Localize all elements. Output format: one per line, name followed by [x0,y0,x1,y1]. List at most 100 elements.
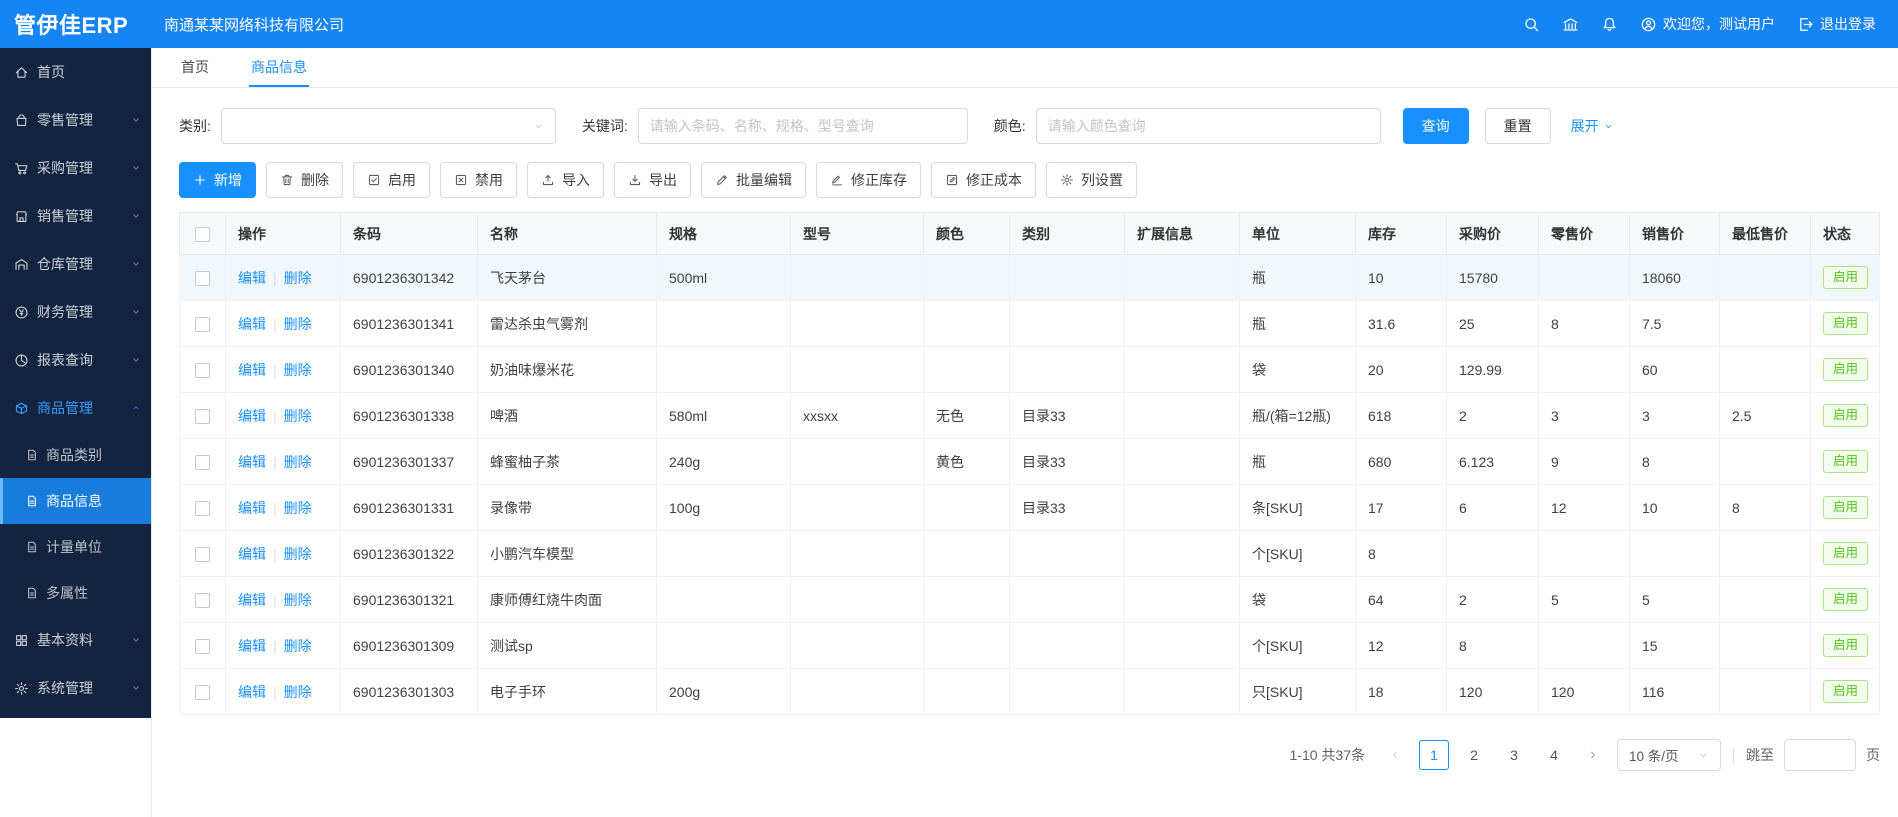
sidebar-subitem-goods-info[interactable]: 商品信息 [0,478,151,524]
delete-link[interactable]: 删除 [284,592,312,608]
row-checkbox[interactable] [195,501,210,516]
sidebar-item-basic[interactable]: 基本资料 [0,616,151,664]
sidebar-item-goods[interactable]: 商品管理 [0,384,151,432]
disable-button[interactable]: 禁用 [440,162,517,198]
delete-link[interactable]: 删除 [284,500,312,516]
bell-icon[interactable] [1601,16,1618,33]
enable-button[interactable]: 启用 [353,162,430,198]
edit-link[interactable]: 编辑 [238,592,266,608]
divider: | [273,546,277,562]
row-checkbox[interactable] [195,317,210,332]
sidebar-item-label: 基本资料 [37,630,123,650]
sidebar-item-warehouse[interactable]: 仓库管理 [0,240,151,288]
color-input[interactable] [1036,108,1381,144]
keyword-input[interactable] [638,108,968,144]
sidebar-subitem-goods-category[interactable]: 商品类别 [0,432,151,478]
sidebar-item-finance[interactable]: 财务管理 [0,288,151,336]
row-checkbox[interactable] [195,363,210,378]
row-checkbox[interactable] [195,455,210,470]
edit-link[interactable]: 编辑 [238,270,266,286]
delete-link[interactable]: 删除 [284,638,312,654]
sidebar-item-report[interactable]: 报表查询 [0,336,151,384]
edit-link[interactable]: 编辑 [238,408,266,424]
export-button[interactable]: 导出 [614,162,691,198]
edit-link[interactable]: 编辑 [238,500,266,516]
search-button[interactable]: 查询 [1403,108,1469,144]
status-badge: 启用 [1823,450,1868,473]
delete-link[interactable]: 删除 [284,408,312,424]
cell: 25 [1447,301,1539,347]
delete-link[interactable]: 删除 [284,546,312,562]
jump-page-input[interactable] [1784,739,1856,771]
cell: xxsxx [791,393,924,439]
add-button[interactable]: 新增 [179,162,256,198]
logout-text: 退出登录 [1820,14,1876,34]
page-button-3[interactable]: 3 [1499,740,1529,770]
edit-link[interactable]: 编辑 [238,454,266,470]
delete-link[interactable]: 删除 [284,316,312,332]
page-button-1[interactable]: 1 [1419,740,1449,770]
cell: 目录33 [1010,393,1125,439]
fix-cost-button[interactable]: 修正成本 [931,162,1036,198]
page-size-select[interactable]: 10 条/页 [1617,739,1721,771]
cell [657,531,791,577]
edit-link[interactable]: 编辑 [238,546,266,562]
import-button[interactable]: 导入 [527,162,604,198]
row-checkbox[interactable] [195,593,210,608]
status-cell: 启用 [1811,577,1880,623]
row-checkbox[interactable] [195,639,210,654]
search-icon[interactable] [1523,16,1540,33]
gear-icon [14,681,29,696]
row-checkbox[interactable] [195,271,210,286]
fix-stock-button[interactable]: 修正库存 [816,162,921,198]
prev-page-button[interactable] [1381,740,1409,770]
sidebar-item-purchase[interactable]: 采购管理 [0,144,151,192]
cell: 10 [1630,485,1720,531]
reset-button[interactable]: 重置 [1485,108,1551,144]
sidebar-item-sales[interactable]: 销售管理 [0,192,151,240]
row-checkbox[interactable] [195,547,210,562]
row-checkbox[interactable] [195,409,210,424]
sidebar-item-retail[interactable]: 零售管理 [0,96,151,144]
page-button-4[interactable]: 4 [1539,740,1569,770]
status-badge: 启用 [1823,588,1868,611]
logout-button[interactable]: 退出登录 [1797,14,1876,34]
cell [657,301,791,347]
bank-icon[interactable] [1562,16,1579,33]
expand-link[interactable]: 展开 [1571,116,1614,136]
sidebar-item-label: 零售管理 [37,110,123,130]
edit-link[interactable]: 编辑 [238,316,266,332]
delete-link[interactable]: 删除 [284,362,312,378]
category-select[interactable] [221,108,556,144]
sidebar-subitem-multi-attr[interactable]: 多属性 [0,570,151,616]
batch-edit-button[interactable]: 批量编辑 [701,162,806,198]
delete-link[interactable]: 删除 [284,270,312,286]
delete-link[interactable]: 删除 [284,684,312,700]
sidebar-item-system[interactable]: 系统管理 [0,664,151,712]
delete-link[interactable]: 删除 [284,454,312,470]
delete-button[interactable]: 删除 [266,162,343,198]
cell [791,485,924,531]
user-icon [1640,16,1657,33]
divider: | [273,500,277,516]
edit-link[interactable]: 编辑 [238,362,266,378]
sidebar-subitem-measure-unit[interactable]: 计量单位 [0,524,151,570]
sidebar-item-home[interactable]: 首页 [0,48,151,96]
cell [1125,347,1240,393]
status-badge: 启用 [1823,358,1868,381]
page-button-2[interactable]: 2 [1459,740,1489,770]
table-row: 编辑|删除6901236301309测试sp个[SKU]12815启用 [180,623,1880,669]
edit-link[interactable]: 编辑 [238,684,266,700]
cell [1447,531,1539,577]
select-all-checkbox[interactable] [195,227,210,242]
edit-link[interactable]: 编辑 [238,638,266,654]
tab-goods-info[interactable]: 商品信息 [249,48,309,87]
tab-home[interactable]: 首页 [179,48,211,87]
row-checkbox[interactable] [195,685,210,700]
user-welcome[interactable]: 欢迎您，测试用户 [1640,14,1775,34]
next-page-button[interactable] [1579,740,1607,770]
sidebar-menu: 首页零售管理采购管理销售管理仓库管理财务管理报表查询商品管理商品类别商品信息计量… [0,48,151,718]
pencil-icon [715,173,729,187]
status-badge: 启用 [1823,680,1868,703]
column-settings-button[interactable]: 列设置 [1046,162,1137,198]
